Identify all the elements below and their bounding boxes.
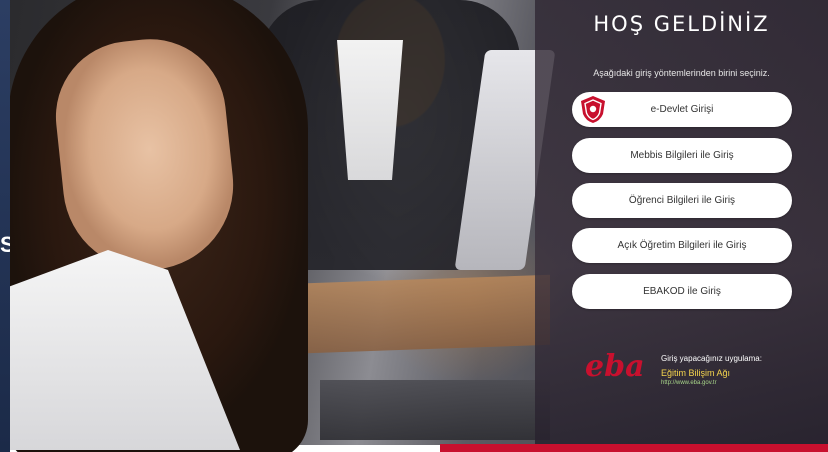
ebakod-login-button[interactable]: EBAKOD ile Giriş	[572, 274, 792, 309]
app-info-label: Giriş yapacağınız uygulama:	[661, 354, 762, 363]
e-devlet-login-button[interactable]: e-Devlet Girişi	[572, 92, 792, 127]
background-desk-front	[320, 380, 550, 440]
mebbis-login-label: Mebbis Bilgileri ile Giriş	[630, 150, 734, 161]
eba-logo-tagline	[601, 386, 641, 392]
login-page: S HOŞ GELDİNİZ Aşağıdaki giriş yöntemler…	[0, 0, 828, 452]
left-edge-text: S	[0, 232, 10, 257]
left-edge-strip	[0, 0, 10, 452]
app-name: Eğitim Bilişim Ağı	[661, 368, 731, 378]
app-info: Giriş yapacağınız uygulama: Eğitim Biliş…	[661, 354, 762, 386]
mebbis-login-button[interactable]: Mebbis Bilgileri ile Giriş	[572, 138, 792, 173]
ebakod-login-label: EBAKOD ile Giriş	[643, 286, 721, 297]
e-devlet-login-label: e-Devlet Girişi	[650, 104, 714, 115]
student-login-label: Öğrenci Bilgileri ile Giriş	[628, 195, 736, 206]
login-panel: HOŞ GELDİNİZ Aşağıdaki giriş yöntemlerin…	[535, 0, 828, 444]
welcome-title: HOŞ GELDİNİZ	[593, 12, 770, 36]
open-education-login-button[interactable]: Açık Öğretim Bilgileri ile Giriş	[572, 228, 792, 263]
student-login-button[interactable]: Öğrenci Bilgileri ile Giriş	[572, 183, 792, 218]
app-url-link[interactable]: http://www.eba.gov.tr	[661, 380, 762, 386]
welcome-subtitle: Aşağıdaki giriş yöntemlerinden birini se…	[593, 68, 770, 78]
e-devlet-shield-icon	[578, 94, 608, 125]
bottom-accent-bar	[440, 444, 828, 452]
open-education-login-label: Açık Öğretim Bilgileri ile Giriş	[617, 240, 747, 251]
